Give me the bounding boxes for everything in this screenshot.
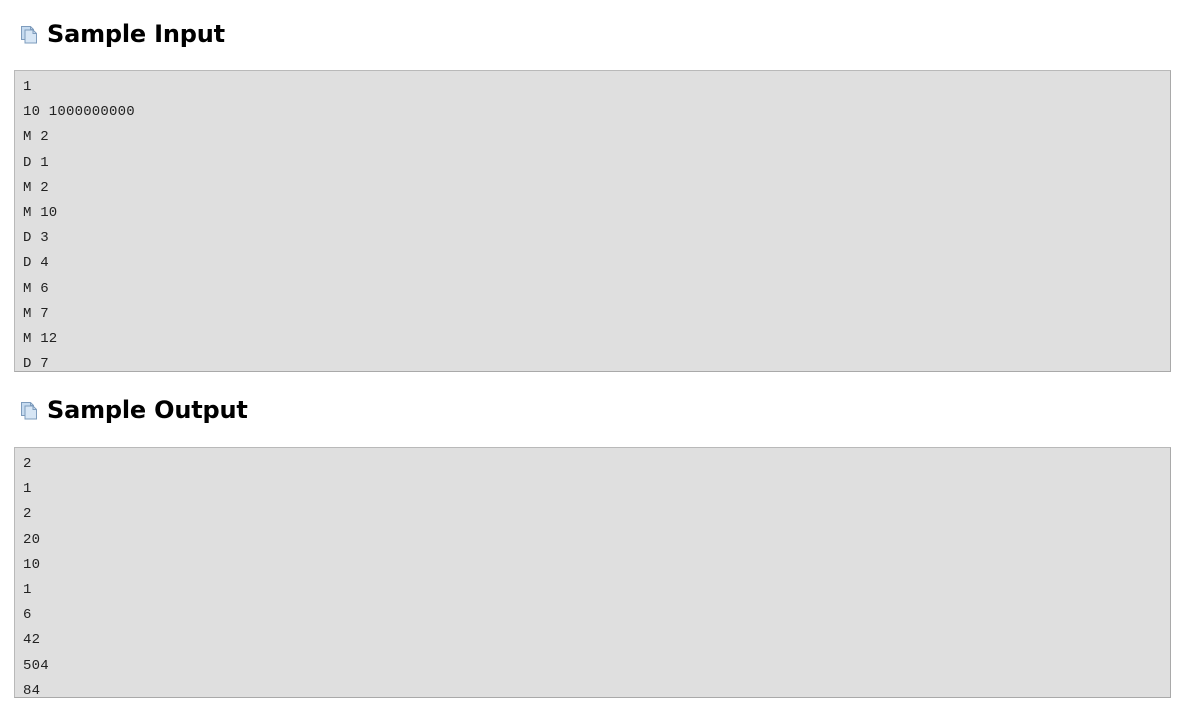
section-heading-label: Sample Input <box>47 20 225 48</box>
copy-pages-icon <box>18 24 40 46</box>
section-heading-sample-output: Sample Output <box>18 398 248 422</box>
sample-input-code-block: 1 10 1000000000 M 2 D 1 M 2 M 10 D 3 D 4… <box>14 70 1171 372</box>
page-root: Sample Input 1 10 1000000000 M 2 D 1 M 2… <box>0 0 1188 723</box>
copy-pages-icon <box>18 400 40 422</box>
sample-output-text: 2 1 2 20 10 1 6 42 504 84 <box>23 456 49 698</box>
sample-input-text: 1 10 1000000000 M 2 D 1 M 2 M 10 D 3 D 4… <box>23 79 135 372</box>
sample-output-code-block: 2 1 2 20 10 1 6 42 504 84 <box>14 447 1171 698</box>
section-heading-sample-input: Sample Input <box>18 22 225 46</box>
section-heading-label: Sample Output <box>47 396 248 424</box>
